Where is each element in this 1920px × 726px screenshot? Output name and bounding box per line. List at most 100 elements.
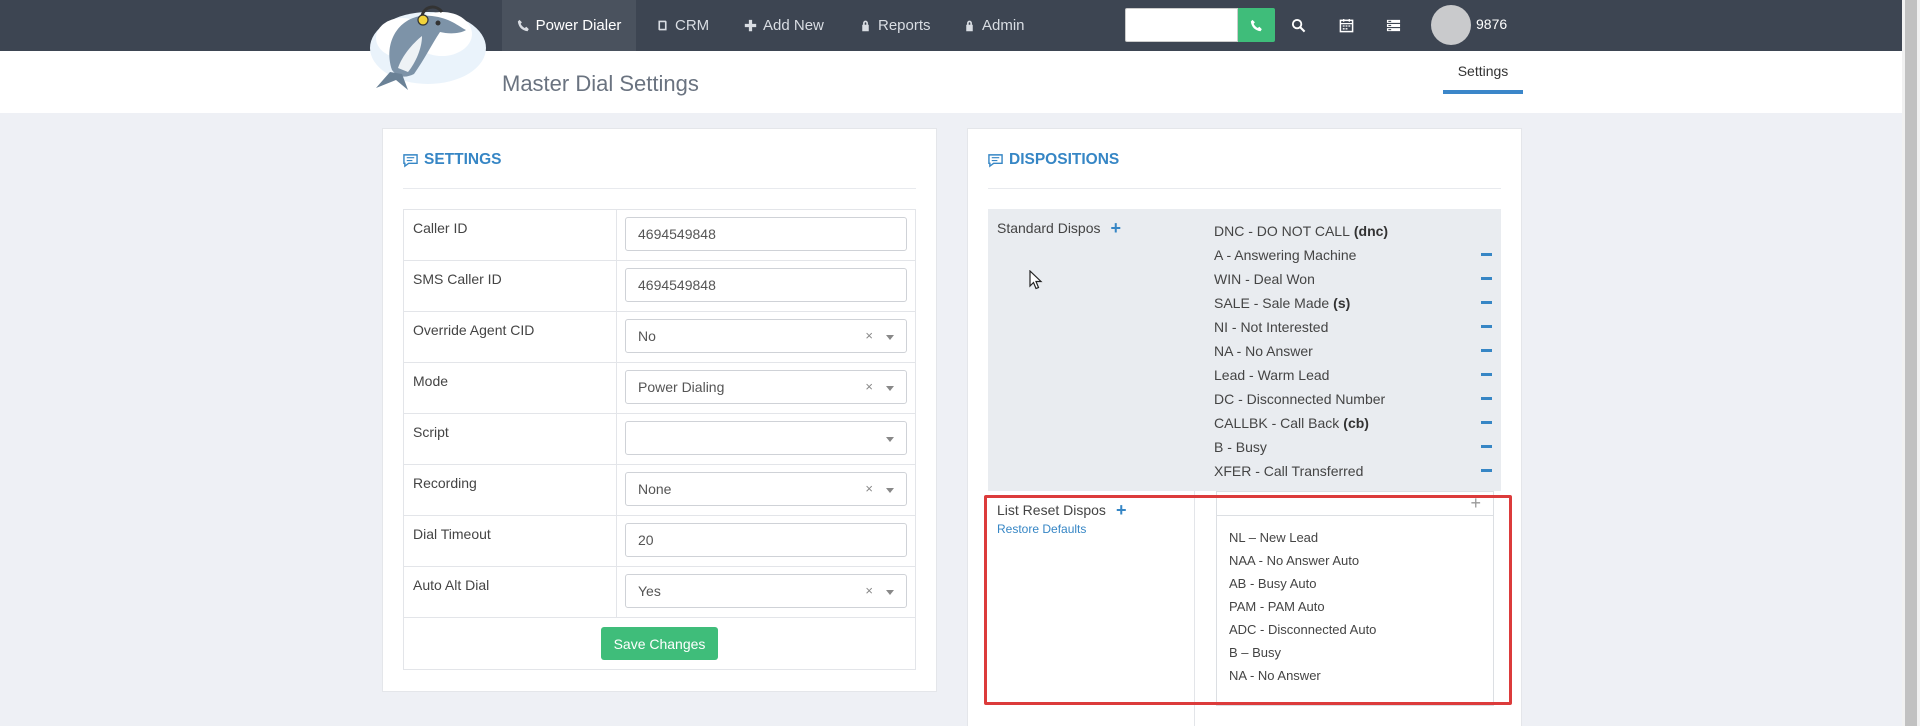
remove-dispo-minus-icon[interactable] xyxy=(1481,325,1492,328)
settings-panel: SETTINGS Caller ID 4694549848 SMS Caller… xyxy=(382,128,937,692)
row-script: Script xyxy=(404,414,915,465)
list-button[interactable] xyxy=(1382,14,1404,36)
remove-dispo-minus-icon[interactable] xyxy=(1481,349,1492,352)
row-dial-timeout: Dial Timeout 20 xyxy=(404,516,915,567)
nav-power-dialer[interactable]: Power Dialer xyxy=(502,0,636,51)
sms-caller-id-input[interactable]: 4694549848 xyxy=(625,268,907,302)
list-item[interactable]: NL – New Lead xyxy=(1229,526,1481,549)
nav-label: Reports xyxy=(878,17,931,34)
remove-dispo-minus-icon[interactable] xyxy=(1481,469,1492,472)
nav-crm[interactable]: CRM xyxy=(656,0,709,51)
save-changes-button[interactable]: Save Changes xyxy=(600,627,719,660)
user-id: 9876 xyxy=(1476,16,1508,32)
nav-reports[interactable]: Reports xyxy=(859,0,931,51)
dispositions-heading: DISPOSITIONS xyxy=(988,151,1501,189)
nav-add-new[interactable]: Add New xyxy=(744,0,824,51)
server-list-icon xyxy=(1386,19,1400,31)
remove-dispo-minus-icon[interactable] xyxy=(1481,421,1492,424)
dispo-text: WIN - Deal Won xyxy=(1214,271,1315,287)
calendar-button[interactable] xyxy=(1335,14,1357,36)
dispo-text: A - Answering Machine xyxy=(1214,247,1357,263)
restore-defaults-link[interactable]: Restore Defaults xyxy=(997,522,1086,536)
book-icon xyxy=(658,20,667,31)
add-standard-dispo-plus-icon[interactable]: + xyxy=(1111,219,1122,237)
row-auto-alt-dial: Auto Alt Dial Yes × xyxy=(404,567,915,618)
mode-select[interactable]: Power Dialing × xyxy=(625,370,907,404)
avatar[interactable] xyxy=(1431,5,1471,45)
nav-label: Power Dialer xyxy=(535,17,622,34)
dispo-item: DNC - DO NOT CALL (dnc) xyxy=(1214,219,1492,243)
caret-down-icon xyxy=(886,437,894,442)
remove-dispo-minus-icon[interactable] xyxy=(1481,301,1492,304)
caret-down-icon xyxy=(886,386,894,391)
standard-dispos-label: Standard Dispos xyxy=(997,220,1101,236)
dispo-item: DC - Disconnected Number xyxy=(1214,387,1492,411)
dispo-item: SALE - Sale Made (s) xyxy=(1214,291,1492,315)
override-agent-cid-select[interactable]: No × xyxy=(625,319,907,353)
list-item[interactable]: ADC - Disconnected Auto xyxy=(1229,618,1481,641)
nav-admin[interactable]: Admin xyxy=(963,0,1025,51)
remove-dispo-minus-icon[interactable] xyxy=(1481,277,1492,280)
lock-icon xyxy=(862,20,869,32)
row-label: Override Agent CID xyxy=(404,312,617,362)
lock-icon xyxy=(966,20,973,32)
search-button[interactable] xyxy=(1287,14,1309,36)
dial-search-input[interactable] xyxy=(1125,8,1238,42)
row-label: Mode xyxy=(404,363,617,413)
list-item[interactable]: AB - Busy Auto xyxy=(1229,572,1481,595)
row-recording: Recording None × xyxy=(404,465,915,516)
column-divider xyxy=(1194,491,1195,726)
add-item-plus-icon[interactable]: + xyxy=(1470,493,1481,514)
call-button[interactable] xyxy=(1238,8,1275,42)
top-navbar: Power Dialer CRM Add New Reports Admin 9… xyxy=(0,0,1902,51)
nav-label: Add New xyxy=(763,17,824,34)
row-label: SMS Caller ID xyxy=(404,261,617,311)
dispo-item: WIN - Deal Won xyxy=(1214,267,1492,291)
clear-icon[interactable]: × xyxy=(865,328,873,343)
caller-id-input[interactable]: 4694549848 xyxy=(625,217,907,251)
tab-settings[interactable]: Settings xyxy=(1443,63,1523,94)
add-reset-dispo-plus-icon[interactable]: + xyxy=(1116,501,1127,519)
dial-timeout-input[interactable]: 20 xyxy=(625,523,907,557)
list-item[interactable]: B – Busy xyxy=(1229,641,1481,664)
reset-toolbar: + xyxy=(1217,492,1493,516)
list-reset-label-group: List Reset Dispos + xyxy=(997,501,1126,519)
clear-icon[interactable]: × xyxy=(865,379,873,394)
page-title: Master Dial Settings xyxy=(502,71,699,96)
remove-dispo-minus-icon[interactable] xyxy=(1481,253,1492,256)
dispo-text: NA - No Answer xyxy=(1214,343,1313,359)
dispo-tag: (dnc) xyxy=(1353,223,1389,239)
recording-select[interactable]: None × xyxy=(625,472,907,506)
settings-heading-label: SETTINGS xyxy=(424,151,502,168)
remove-dispo-minus-icon[interactable] xyxy=(1481,445,1492,448)
scrollbar-thumb[interactable] xyxy=(1905,0,1917,726)
page-header: Master Dial Settings Settings xyxy=(0,51,1902,113)
select-value: No xyxy=(638,328,656,344)
dispo-text: NI - Not Interested xyxy=(1214,319,1329,335)
dispo-text: XFER - Call Transferred xyxy=(1214,463,1364,479)
list-item[interactable]: PAM - PAM Auto xyxy=(1229,595,1481,618)
dispositions-heading-label: DISPOSITIONS xyxy=(1009,151,1120,168)
dolphin-logo-icon[interactable] xyxy=(362,0,492,92)
list-item[interactable]: NA - No Answer xyxy=(1229,664,1481,687)
row-label: Auto Alt Dial xyxy=(404,567,617,617)
dispo-text: B - Busy xyxy=(1214,439,1267,455)
dispo-text: CALLBK - Call Back xyxy=(1214,415,1340,431)
clear-icon[interactable]: × xyxy=(865,583,873,598)
mouse-cursor-icon xyxy=(1029,270,1043,290)
script-select[interactable] xyxy=(625,421,907,455)
list-reset-dispos-box: + NL – New Lead NAA - No Answer Auto AB … xyxy=(1216,491,1494,706)
phone-icon xyxy=(1250,19,1262,31)
remove-dispo-minus-icon[interactable] xyxy=(1481,373,1492,376)
auto-alt-dial-select[interactable]: Yes × xyxy=(625,574,907,608)
select-value: Power Dialing xyxy=(638,379,725,395)
list-item[interactable]: NAA - No Answer Auto xyxy=(1229,549,1481,572)
clear-icon[interactable]: × xyxy=(865,481,873,496)
comment-icon xyxy=(403,154,418,168)
row-label: Script xyxy=(404,414,617,464)
row-override-agent-cid: Override Agent CID No × xyxy=(404,312,915,363)
dispo-item: NI - Not Interested xyxy=(1214,315,1492,339)
remove-dispo-minus-icon[interactable] xyxy=(1481,397,1492,400)
dispo-item: CALLBK - Call Back (cb) xyxy=(1214,411,1492,435)
row-caller-id: Caller ID 4694549848 xyxy=(404,210,915,261)
